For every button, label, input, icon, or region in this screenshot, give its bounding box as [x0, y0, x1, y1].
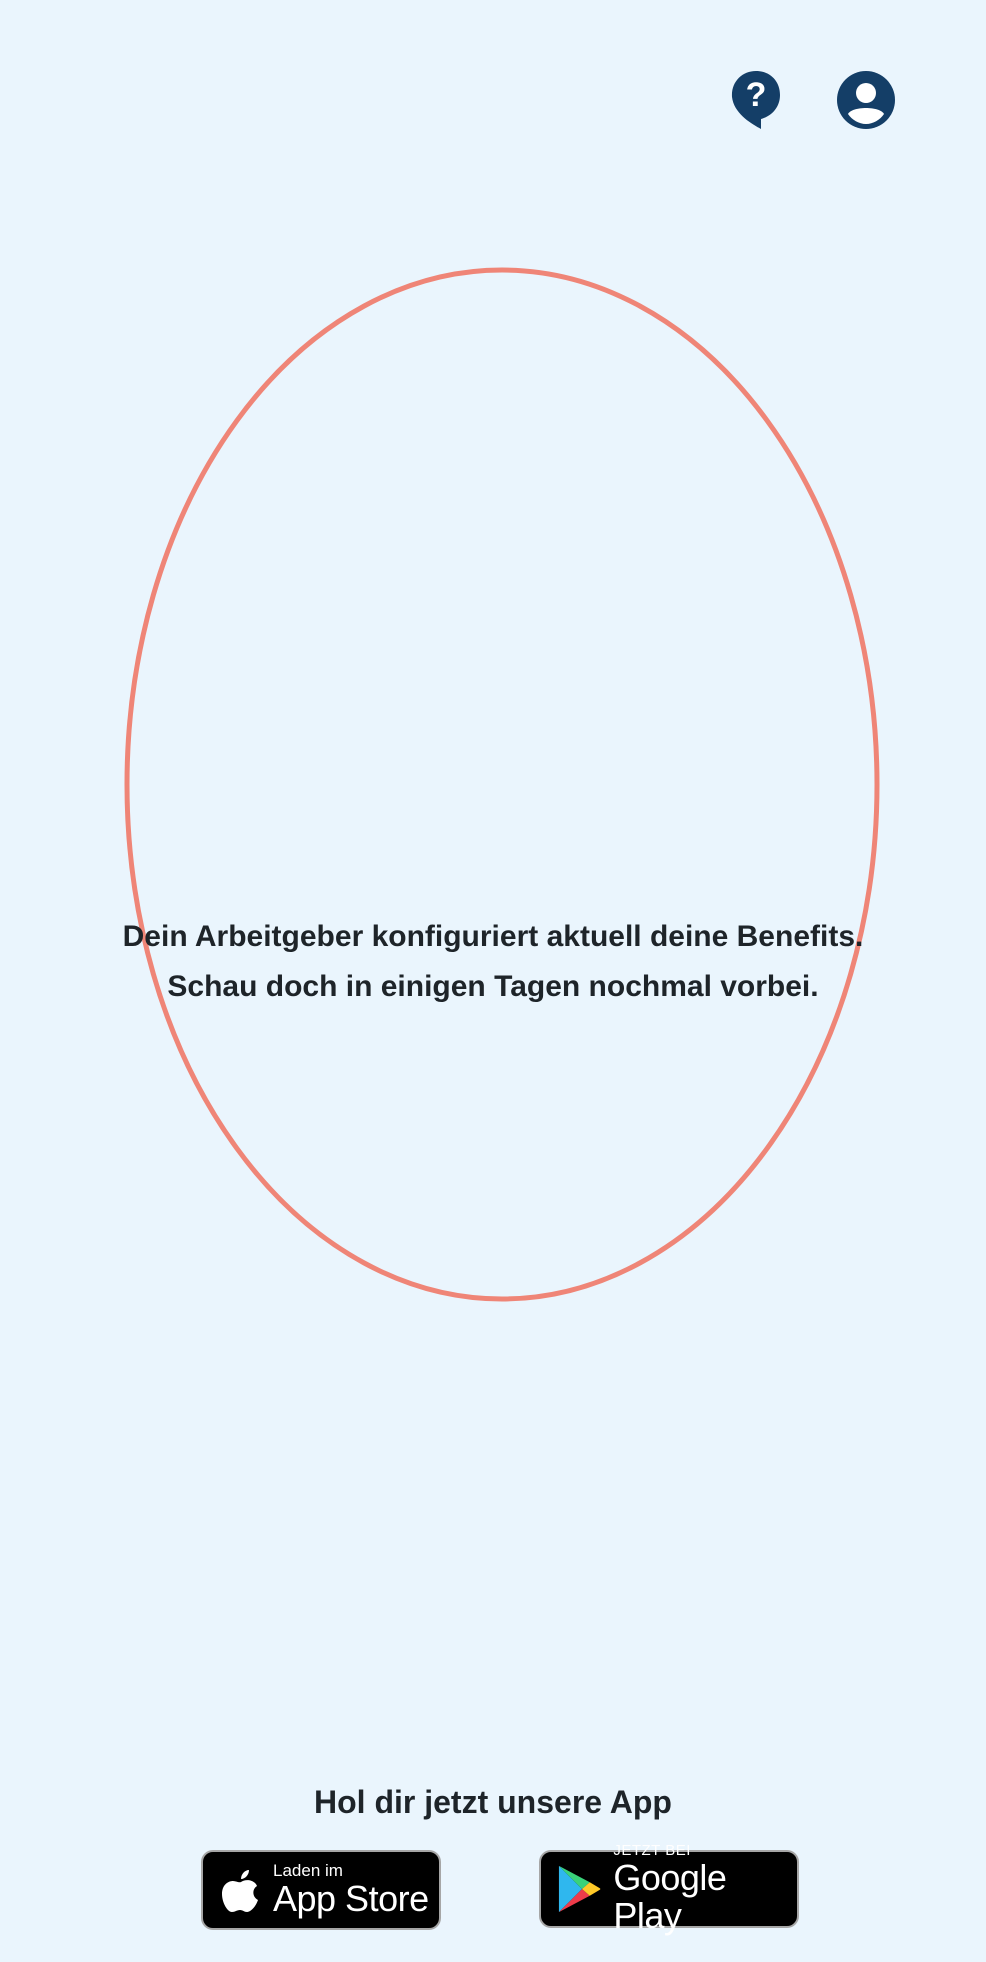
- help-button[interactable]: ?: [726, 70, 786, 130]
- status-message-line-2: Schau doch in einigen Tagen nochmal vorb…: [167, 970, 819, 1003]
- header-actions: ?: [726, 70, 896, 130]
- decorative-ellipse: [124, 267, 880, 1302]
- profile-button[interactable]: [836, 70, 896, 130]
- help-bubble-icon: ?: [731, 71, 780, 129]
- app-store-badge[interactable]: Laden im App Store: [201, 1850, 441, 1930]
- svg-text:?: ?: [746, 76, 767, 114]
- appstore-big-label: App Store: [273, 1878, 429, 1919]
- google-play-badge[interactable]: JETZT BEI Google Play: [539, 1843, 799, 1935]
- app-promo-title: Hol dir jetzt unsere App: [314, 1784, 672, 1820]
- googleplay-big-label: Google Play: [613, 1857, 727, 1936]
- google-play-icon: [558, 1865, 601, 1913]
- status-message: Dein Arbeitgeber konfiguriert aktuell de…: [0, 912, 986, 1012]
- apple-logo-icon: [222, 1870, 258, 1912]
- status-message-line-1: Dein Arbeitgeber konfiguriert aktuell de…: [122, 920, 864, 953]
- user-avatar-icon: [837, 71, 895, 129]
